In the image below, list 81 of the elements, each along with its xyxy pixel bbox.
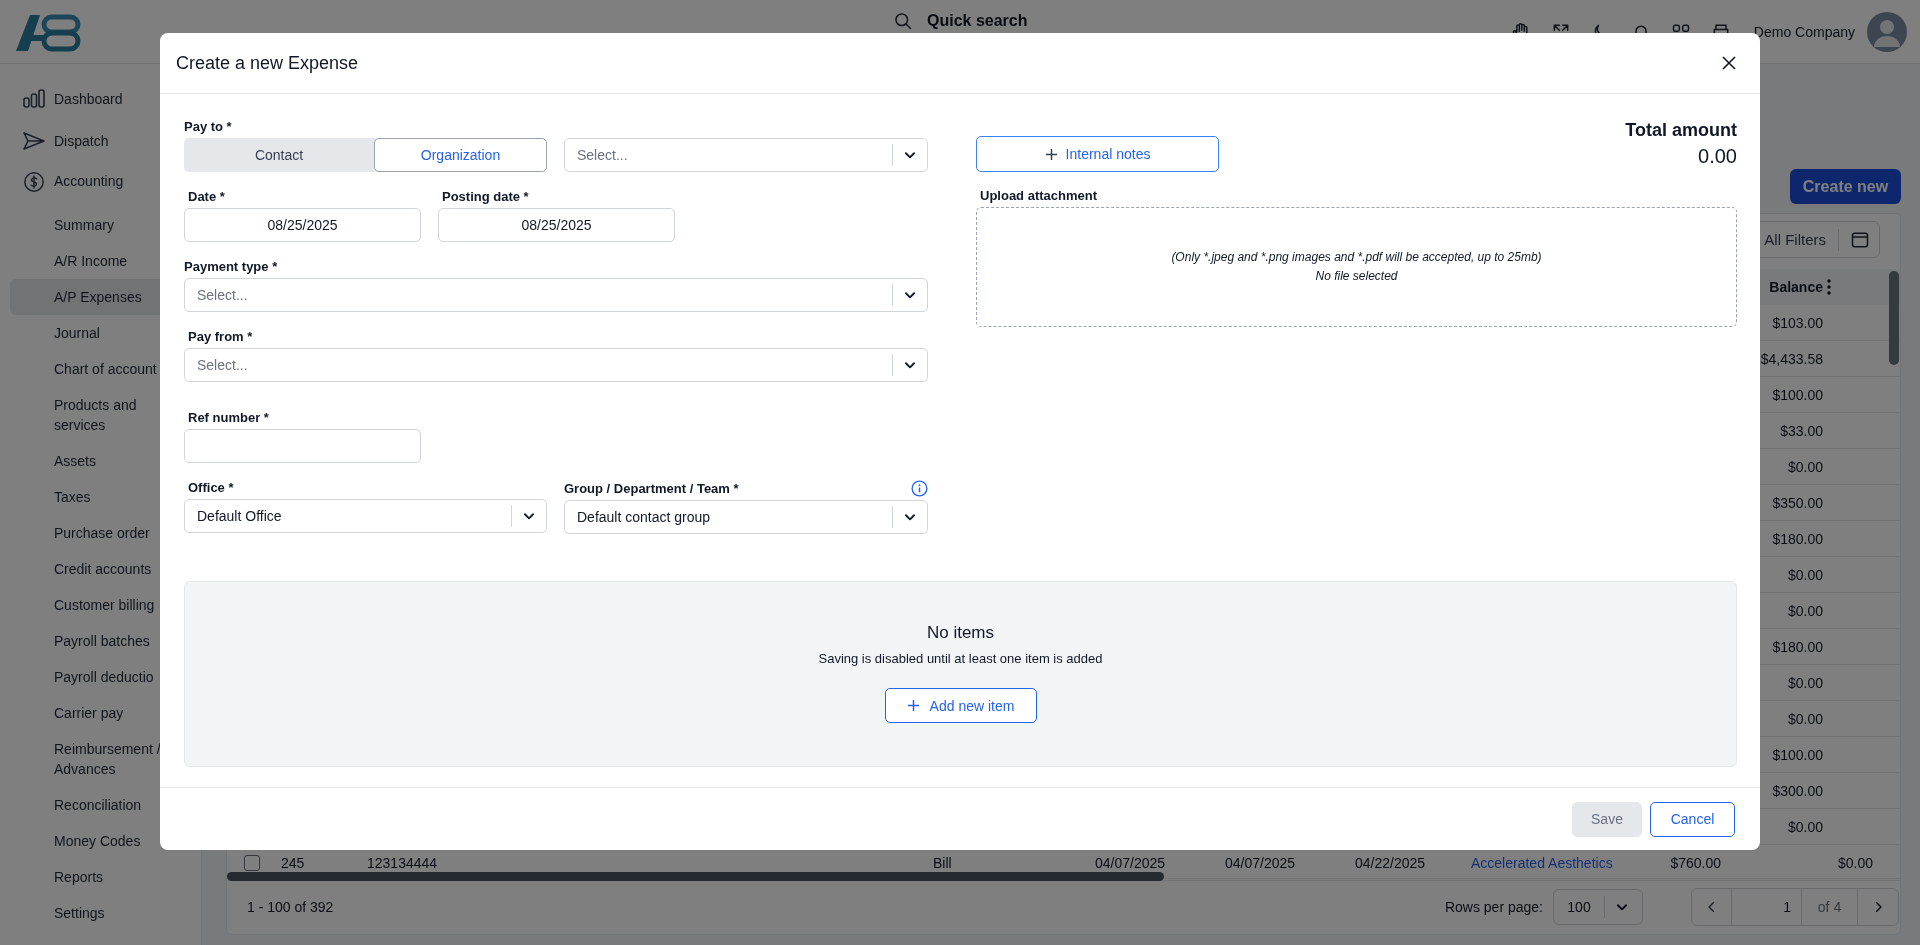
upload-dropzone[interactable]: (Only *.jpeg and *.png images and *.pdf will be accepted, up to 25mb) No file selected [976,207,1737,327]
total-amount: 0.00 [1697,144,1737,169]
calendar-icon [1851,230,1869,249]
add-item-button[interactable]: Add new item [884,688,1037,723]
table-cell: 04/07/2025 [1225,854,1296,871]
pay-to-tab[interactable]: Organization [374,138,547,172]
table-cell: $760.00 [1670,854,1721,871]
create-new-button[interactable]: Create new [1790,169,1901,204]
table-cell: $0.00 [1787,818,1823,835]
paper-plane-icon [22,131,46,151]
table-cell: $0.00 [1787,566,1823,583]
contact-select[interactable]: Select... [564,138,928,172]
table-cell: Bill [933,854,952,871]
page-range: 1 - 100 of 392 [247,898,334,915]
group-select[interactable]: Default contact group [564,500,928,534]
page-total: of 4 [1802,888,1858,925]
field-label: Date * [187,189,226,205]
table-cell: $180.00 [1772,530,1823,547]
date-field[interactable]: 08/25/2025 [184,208,421,242]
payment-type-select[interactable]: Select... [184,278,928,312]
office-select[interactable]: Default Office [184,499,547,533]
internal-notes-button[interactable]: Internal notes [976,136,1219,172]
table-cell: 04/07/2025 [1095,854,1166,871]
table-cell: 04/22/2025 [1355,854,1426,871]
column-header[interactable]: Balance [1769,279,1823,295]
rows-per-page-select[interactable]: 100 [1553,888,1643,925]
field-label: Pay from * [187,329,254,345]
field-label: Upload attachment [979,188,1098,204]
table-cell: $350.00 [1772,494,1823,511]
search-icon[interactable] [893,11,913,31]
table-cell: $0.00 [1787,674,1823,691]
row-checkbox[interactable] [244,854,260,871]
table-cell: $100.00 [1772,746,1823,763]
company-name[interactable]: Demo Company [1753,23,1855,40]
info-icon[interactable] [911,480,928,497]
avatar[interactable] [1867,11,1907,52]
rows-per-page-label: Rows per page: [1444,898,1543,915]
cancel-button[interactable]: Cancel [1650,801,1735,837]
vendor-link[interactable]: Accelerated Aesthetics [1471,854,1613,871]
field-label: Ref number * [187,410,270,426]
date-field[interactable]: 08/25/2025 [438,208,675,242]
field-label: Payment type * [184,259,279,275]
table-cell: $0.00 [1787,602,1823,619]
dollar-circle-icon [22,171,46,193]
dialog-title: Create a new Expense [176,52,359,74]
close-button[interactable] [1722,56,1736,70]
empty-title: No items [926,622,995,644]
bar-chart-icon [22,89,46,109]
search-label[interactable]: Quick search [927,12,1028,30]
vertical-scrollbar[interactable] [1889,271,1899,365]
table-cell: $100.00 [1772,386,1823,403]
field-label: Group / Department / Team * [564,480,739,497]
sidebar-item[interactable]: Settings [10,895,180,931]
close-icon [1722,56,1736,70]
field-label: Office * [187,480,235,496]
table-cell: $4,433.58 [1760,350,1823,367]
table-cell: $33.00 [1780,422,1823,439]
field-label: Pay to * [184,119,233,135]
plus-icon [906,699,920,712]
table-cell: $0.00 [1837,854,1873,871]
kebab-icon[interactable] [1827,279,1831,295]
page-number-field[interactable]: 1 [1732,888,1802,925]
empty-message: Saving is disabled until at least one item is added [818,650,1103,668]
ref-number-field[interactable] [184,429,421,463]
table-cell: $300.00 [1772,782,1823,799]
plus-icon [1044,147,1058,161]
table-cell: $180.00 [1772,638,1823,655]
sidebar-item[interactable]: Dispatch [10,123,180,159]
table-cell: $0.00 [1787,458,1823,475]
table-cell: 245 [281,854,305,871]
sidebar-item[interactable]: Dashboard [10,81,180,117]
horizontal-scrollbar[interactable] [227,872,1164,881]
sidebar-item[interactable]: Reports [10,859,180,895]
pay-from-select[interactable]: Select... [184,348,928,382]
table-cell: 123134444 [367,854,438,871]
field-label: Posting date * [441,189,530,205]
pay-to-tab[interactable]: Contact [184,138,374,172]
total-label: Total amount [1625,119,1737,141]
sidebar-item[interactable]: Accounting [10,163,180,201]
table-cell: $103.00 [1772,314,1823,331]
table-cell: $0.00 [1787,710,1823,727]
